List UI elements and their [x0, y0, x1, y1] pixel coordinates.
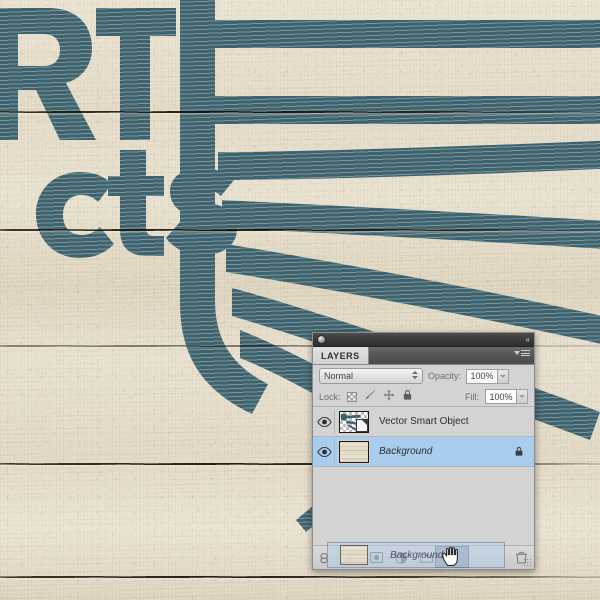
- table-row[interactable]: Background: [313, 437, 534, 467]
- fill-dropdown-icon[interactable]: [517, 389, 528, 404]
- tab-layers[interactable]: LAYERS: [313, 347, 369, 364]
- blend-mode-value: Normal: [324, 371, 354, 381]
- resize-grip[interactable]: [523, 558, 532, 567]
- layer-mask-icon[interactable]: [369, 551, 383, 565]
- lock-icon[interactable]: [402, 389, 413, 404]
- layer-thumbnail-cell[interactable]: [335, 439, 373, 464]
- panel-menu-icon[interactable]: [514, 350, 530, 356]
- transparency-checker-icon[interactable]: [346, 391, 357, 402]
- smart-object-badge-icon: [356, 418, 368, 432]
- opacity-dropdown-icon[interactable]: [498, 368, 510, 384]
- blend-mode-select[interactable]: Normal: [319, 368, 423, 384]
- layer-visibility-toggle[interactable]: [315, 409, 335, 434]
- layer-name[interactable]: Background: [373, 446, 514, 457]
- window-orb-icon[interactable]: [317, 335, 326, 344]
- new-group-icon[interactable]: [419, 551, 433, 565]
- lock-row[interactable]: Lock: Fill: 100%: [313, 387, 534, 407]
- opacity-label: Opacity:: [428, 371, 462, 381]
- table-row[interactable]: Vector Smart Object: [313, 407, 534, 437]
- layer-visibility-toggle[interactable]: [315, 439, 335, 464]
- layer-style-icon[interactable]: fx: [344, 551, 358, 565]
- opacity-control[interactable]: 100%: [466, 368, 510, 384]
- move-icon[interactable]: [383, 389, 395, 404]
- layer-lock-badge: [514, 446, 534, 457]
- eye-icon: [317, 416, 332, 427]
- stepper-icon: [412, 371, 418, 379]
- chevron-down-icon: [514, 351, 520, 355]
- blend-mode-row[interactable]: Normal Opacity: 100%: [313, 365, 534, 387]
- layer-name[interactable]: Vector Smart Object: [373, 416, 534, 427]
- layer-list[interactable]: Vector Smart Object Background: [313, 407, 534, 545]
- fill-label: Fill:: [465, 391, 479, 402]
- new-layer-icon[interactable]: [444, 551, 458, 565]
- brush-icon[interactable]: [364, 389, 376, 404]
- lock-label: Lock:: [319, 391, 341, 402]
- layers-panel-toolbar[interactable]: fx Background: [313, 542, 534, 569]
- tab-layers-label: LAYERS: [321, 350, 360, 361]
- layers-panel[interactable]: « LAYERS Normal Opacity: 100% Lock: Fill…: [312, 332, 535, 570]
- fill-input[interactable]: 100%: [485, 389, 517, 404]
- svg-text:fx: fx: [346, 553, 353, 563]
- lock-icon-group[interactable]: [346, 389, 413, 404]
- new-adjustment-layer-icon[interactable]: [394, 551, 408, 565]
- hamburger-icon: [521, 350, 530, 356]
- panel-title-bar[interactable]: «: [313, 333, 534, 347]
- eye-icon: [317, 446, 332, 457]
- fill-control[interactable]: 100%: [485, 389, 528, 404]
- layer-thumbnail-cell[interactable]: [335, 409, 373, 434]
- link-layers-icon[interactable]: [319, 551, 333, 565]
- layer-thumbnail[interactable]: [338, 409, 370, 434]
- panel-tab-strip[interactable]: LAYERS: [313, 347, 534, 365]
- layer-thumbnail[interactable]: [338, 439, 370, 464]
- collapse-panel-icon[interactable]: «: [526, 335, 531, 344]
- opacity-input[interactable]: 100%: [466, 368, 499, 384]
